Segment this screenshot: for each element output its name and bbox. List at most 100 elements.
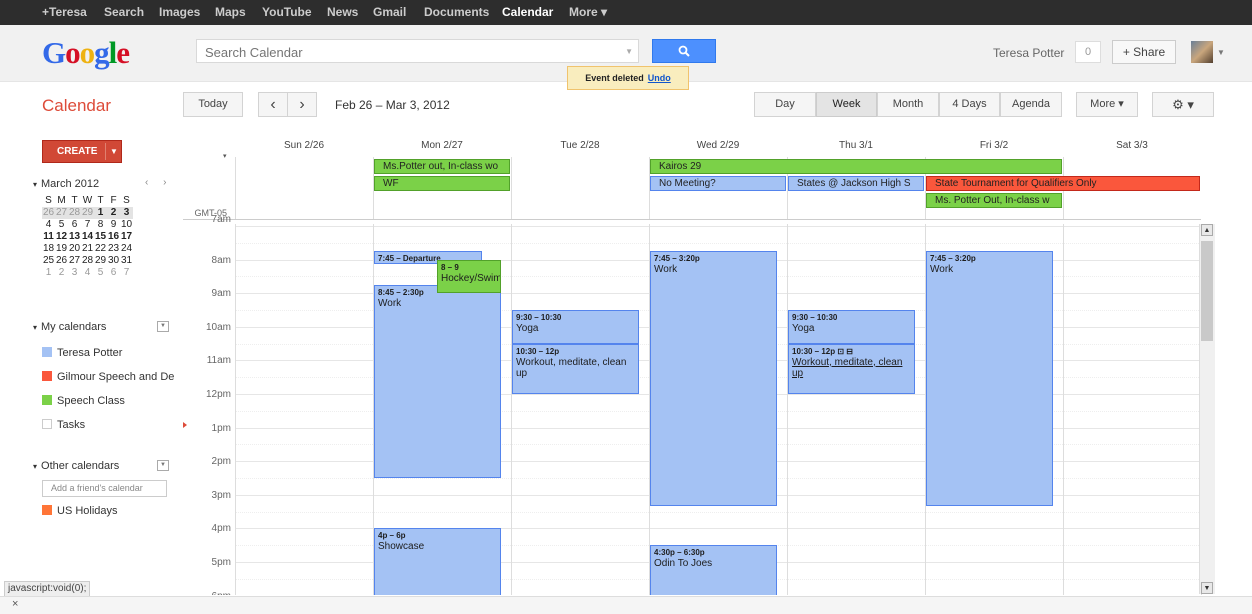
allday-event[interactable]: Kairos 29 (650, 159, 1062, 174)
view-day-button[interactable]: Day (754, 92, 816, 117)
user-name[interactable]: Teresa Potter (993, 46, 1064, 60)
mini-calendar-day[interactable]: 3 (120, 207, 133, 219)
topbar-documents[interactable]: Documents (424, 0, 489, 25)
calendar-item[interactable]: Speech Class (42, 395, 125, 407)
mini-calendar-day[interactable]: 5 (55, 219, 68, 231)
topbar-youtube[interactable]: YouTube (262, 0, 312, 25)
mini-calendar-day[interactable]: 3 (68, 267, 81, 279)
mini-calendar-day[interactable]: 1 (42, 267, 55, 279)
mini-calendar-day[interactable]: 23 (107, 243, 120, 255)
calendar-event[interactable]: 4:30p – 6:30p Odin To Joes (650, 545, 777, 595)
mini-calendar-day[interactable]: 26 (42, 207, 55, 219)
mini-calendar-nav[interactable]: ‹ › (145, 177, 172, 188)
mini-calendar-day[interactable]: 11 (42, 231, 55, 243)
mini-calendar-day[interactable]: 2 (107, 207, 120, 219)
scroll-up-icon[interactable]: ▲ (1201, 224, 1213, 236)
mini-calendar-day[interactable]: 9 (107, 219, 120, 231)
mini-calendar-day[interactable]: 15 (94, 231, 107, 243)
allday-event[interactable]: State Tournament for Qualifiers Only (926, 176, 1200, 191)
mini-calendar-day[interactable]: 21 (81, 243, 94, 255)
my-calendars-title[interactable]: ▾ My calendars (33, 321, 106, 333)
allday-event[interactable]: Ms. Potter Out, In-class w (926, 193, 1062, 208)
topbar-news[interactable]: News (327, 0, 358, 25)
other-calendars-title[interactable]: ▾ Other calendars (33, 460, 119, 472)
today-button[interactable]: Today (183, 92, 243, 117)
day-header[interactable]: Sun 2/26 (235, 140, 373, 151)
calendar-event[interactable]: 4p – 6p Showcase (374, 528, 501, 595)
mini-calendar-day[interactable]: 30 (107, 255, 120, 267)
mini-calendar-day[interactable]: 8 (94, 219, 107, 231)
day-header[interactable]: Tue 2/28 (511, 140, 649, 151)
mini-calendar-day[interactable]: 31 (120, 255, 133, 267)
mini-calendar-day[interactable]: 20 (68, 243, 81, 255)
view-agenda-button[interactable]: Agenda (1000, 92, 1062, 117)
add-friend-calendar-input[interactable]: Add a friend's calendar (42, 480, 167, 497)
settings-gear-icon[interactable]: ⚙ ▾ (1152, 92, 1214, 117)
topbar-user[interactable]: +Teresa (42, 0, 87, 25)
view-4days-button[interactable]: 4 Days (939, 92, 1000, 117)
mini-calendar-day[interactable]: 14 (81, 231, 94, 243)
mini-calendar-day[interactable]: 26 (55, 255, 68, 267)
prev-week-button[interactable]: ‹ (258, 92, 288, 117)
collapse-triangle-icon[interactable]: ▾ (33, 180, 37, 189)
calendar-item[interactable]: Teresa Potter (42, 347, 122, 359)
mini-calendar-day[interactable]: 29 (81, 207, 94, 219)
view-week-button[interactable]: Week (816, 92, 877, 117)
calendar-item[interactable]: Tasks (42, 419, 85, 431)
calendar-item[interactable]: Gilmour Speech and De (42, 371, 174, 383)
google-logo[interactable]: Google (42, 35, 130, 71)
day-header[interactable]: Fri 3/2 (925, 140, 1063, 151)
mini-calendar-day[interactable]: 24 (120, 243, 133, 255)
mini-calendar-day[interactable]: 1 (94, 207, 107, 219)
mini-calendar-day[interactable]: 16 (107, 231, 120, 243)
calendar-event[interactable]: 7:45 – 3:20p Work (650, 251, 777, 506)
other-calendars-menu-icon[interactable]: ▼ (157, 460, 169, 471)
calendar-event[interactable]: 10:30 – 12p Workout, meditate, clean up (512, 343, 639, 394)
day-header[interactable]: Sat 3/3 (1063, 140, 1201, 151)
calendar-event[interactable]: 7:45 – 3:20p Work (926, 251, 1053, 506)
topbar-gmail[interactable]: Gmail (373, 0, 406, 25)
next-week-button[interactable]: › (287, 92, 317, 117)
allday-event[interactable]: WF (374, 176, 510, 191)
close-icon[interactable]: × (12, 598, 18, 610)
mini-calendar-title[interactable]: ▾ March 2012 (33, 178, 99, 190)
mini-calendar-day[interactable]: 25 (42, 255, 55, 267)
calendar-item[interactable]: US Holidays (42, 505, 118, 517)
chevron-down-icon[interactable]: ▼ (110, 141, 118, 162)
scrollbar-thumb[interactable] (1201, 241, 1213, 341)
mini-calendar-day[interactable]: 10 (120, 219, 133, 231)
allday-event[interactable]: States @ Jackson High S (788, 176, 924, 191)
mini-calendar-day[interactable]: 4 (81, 267, 94, 279)
allday-cell[interactable] (235, 157, 374, 219)
mini-calendar-day[interactable]: 18 (42, 243, 55, 255)
scroll-down-icon[interactable]: ▼ (1201, 582, 1213, 594)
allday-event[interactable]: Ms.Potter out, In-class wo (374, 159, 510, 174)
mini-calendar-day[interactable]: 29 (94, 255, 107, 267)
day-header[interactable]: Thu 3/1 (787, 140, 925, 151)
mini-calendar-day[interactable]: 27 (55, 207, 68, 219)
search-input[interactable] (203, 41, 617, 63)
mini-calendar-day[interactable]: 27 (68, 255, 81, 267)
search-button[interactable] (652, 39, 716, 63)
calendar-event[interactable]: 8 – 9Hockey/Swimming/Etc (437, 259, 501, 294)
mini-calendar-day[interactable]: 13 (68, 231, 81, 243)
mini-calendar-day[interactable]: 17 (120, 231, 133, 243)
allday-cell[interactable] (511, 157, 650, 219)
topbar-calendar[interactable]: Calendar (502, 0, 553, 25)
chevron-down-icon[interactable]: ▼ (1217, 48, 1225, 57)
mini-calendar-day[interactable]: 28 (68, 207, 81, 219)
calendar-event[interactable]: 8:45 – 2:30p Work (374, 284, 501, 478)
allday-collapse-icon[interactable]: ▾ (223, 152, 227, 160)
mini-calendar-day[interactable]: 7 (120, 267, 133, 279)
mini-calendar-day[interactable]: 6 (107, 267, 120, 279)
undo-link[interactable]: Undo (648, 73, 671, 83)
topbar-maps[interactable]: Maps (215, 0, 246, 25)
share-button[interactable]: + Share (1112, 40, 1176, 64)
mini-calendar-day[interactable]: 6 (68, 219, 81, 231)
calendar-event[interactable]: 10:30 – 12p ⊡ ⊟ Workout, meditate, clean … (788, 343, 915, 394)
topbar-more[interactable]: More ▾ (569, 0, 607, 25)
day-header[interactable]: Wed 2/29 (649, 140, 787, 151)
avatar[interactable] (1191, 41, 1213, 63)
my-calendars-menu-icon[interactable]: ▼ (157, 321, 169, 332)
day-header[interactable]: Mon 2/27 (373, 140, 511, 151)
